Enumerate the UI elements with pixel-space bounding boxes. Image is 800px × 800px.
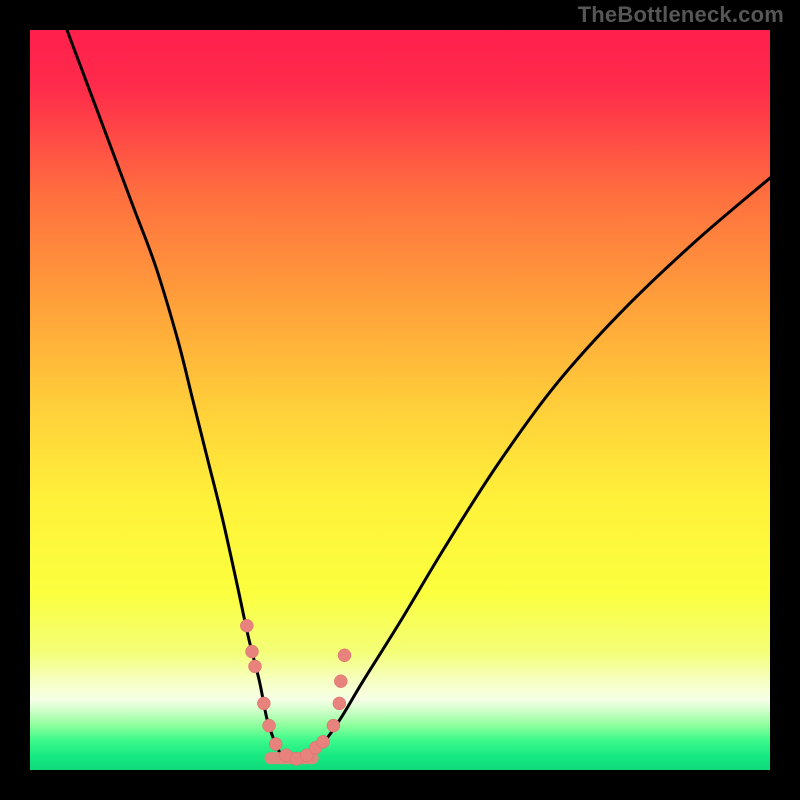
curve-marker <box>317 735 330 748</box>
gradient-background <box>30 30 770 770</box>
curve-marker <box>334 675 347 688</box>
bottleneck-chart <box>30 30 770 770</box>
curve-marker <box>257 697 270 710</box>
curve-marker <box>240 619 253 632</box>
curve-marker <box>248 660 261 673</box>
plot-area <box>30 30 770 770</box>
curve-marker <box>269 738 282 751</box>
chart-stage: TheBottleneck.com <box>0 0 800 800</box>
curve-marker <box>327 719 340 732</box>
curve-marker <box>338 649 351 662</box>
curve-marker <box>333 697 346 710</box>
curve-marker <box>263 719 276 732</box>
watermark-text: TheBottleneck.com <box>578 2 784 28</box>
curve-marker <box>246 645 259 658</box>
